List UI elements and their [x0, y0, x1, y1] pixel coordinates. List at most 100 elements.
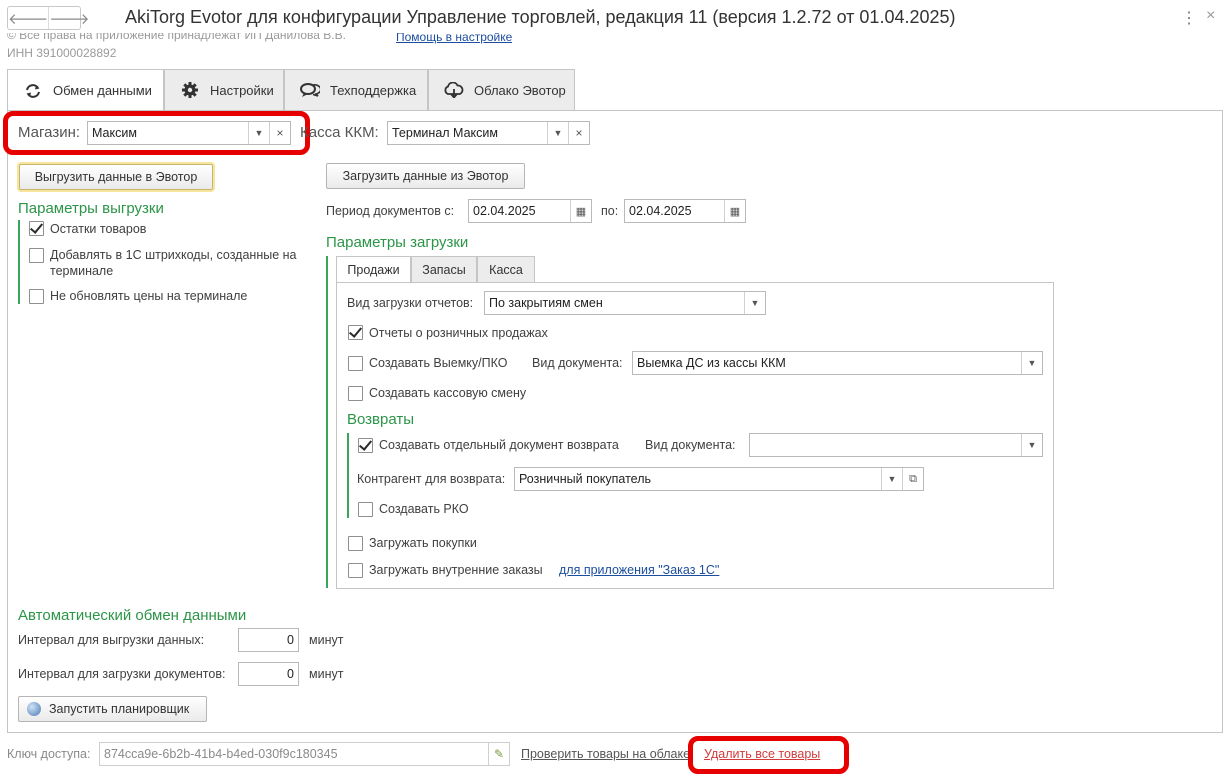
- help-link[interactable]: Помощь в настройке: [396, 33, 512, 44]
- create-withdrawal-label: Создавать Выемку/ПКО: [369, 356, 508, 370]
- delete-highlight-frame: [688, 736, 849, 774]
- dropdown-icon[interactable]: ▼: [1021, 434, 1042, 456]
- upload-interval-label: Интервал для выгрузки данных:: [18, 633, 205, 647]
- subtab-cash[interactable]: Касса: [477, 256, 535, 283]
- copyright-text: © Все права на приложение принадлежат ИП…: [7, 33, 346, 42]
- inn-text: ИНН 391000028892: [7, 46, 117, 60]
- download-interval-field[interactable]: 0: [238, 662, 299, 686]
- upload-interval-value: 0: [287, 633, 294, 647]
- auto-exchange-title: Автоматический обмен данными: [18, 607, 247, 624]
- barcodes-label-line2: терминале: [50, 264, 114, 278]
- tab-label: Облако Эвотор: [474, 82, 566, 98]
- retail-reports-label: Отчеты о розничных продажах: [369, 326, 548, 340]
- dropdown-icon[interactable]: ▼: [547, 122, 568, 144]
- kkm-label: Касса ККМ:: [300, 124, 379, 141]
- doc-type-select[interactable]: Выемка ДС из кассы ККМ ▼: [632, 351, 1043, 375]
- separate-return-doc-checkbox[interactable]: [358, 438, 373, 453]
- retail-reports-checkbox[interactable]: [348, 325, 363, 340]
- period-to-label: по:: [601, 204, 619, 218]
- stock-label: Остатки товаров: [50, 222, 147, 236]
- kkm-value: Терминал Максим: [392, 126, 498, 140]
- return-doc-type-label: Вид документа:: [645, 438, 736, 452]
- tab-label: Обмен данными: [53, 83, 152, 98]
- download-interval-value: 0: [287, 667, 294, 681]
- check-goods-link[interactable]: Проверить товары на облаке: [521, 747, 690, 761]
- dropdown-icon[interactable]: ▼: [744, 292, 765, 314]
- download-interval-label: Интервал для загрузки документов:: [18, 667, 226, 681]
- period-from-value: 02.04.2025: [473, 204, 536, 218]
- load-purchases-label: Загружать покупки: [369, 536, 477, 550]
- load-internal-orders-checkbox[interactable]: [348, 563, 363, 578]
- no-price-update-label: Не обновлять цены на терминале: [50, 289, 248, 303]
- counterparty-value: Розничный покупатель: [519, 472, 652, 486]
- back-arrow-icon[interactable]: 🡐: [8, 7, 48, 29]
- access-key-value: 874cca9e-6b2b-41b4-b4ed-030f9c180345: [104, 747, 338, 761]
- nav-buttons: 🡐 🡒: [7, 6, 89, 30]
- tab-data-exchange[interactable]: Обмен данными: [7, 69, 164, 112]
- upload-params-title: Параметры выгрузки: [18, 200, 164, 217]
- open-icon[interactable]: ⧉: [902, 468, 923, 490]
- download-params-bar: [326, 256, 328, 588]
- return-doc-type-select[interactable]: ▼: [749, 433, 1043, 457]
- start-scheduler-label: Запустить планировщик: [49, 702, 190, 716]
- create-rko-checkbox[interactable]: [358, 502, 373, 517]
- tab-label: Настройки: [210, 82, 274, 98]
- doc-type-value: Выемка ДС из кассы ККМ: [637, 356, 786, 370]
- stock-checkbox[interactable]: [29, 221, 44, 236]
- close-icon[interactable]: ×: [1206, 7, 1215, 25]
- access-key-field[interactable]: 874cca9e-6b2b-41b4-b4ed-030f9c180345 ✎: [99, 742, 510, 766]
- more-menu-icon[interactable]: ⋮: [1181, 8, 1197, 28]
- period-to-value: 02.04.2025: [629, 204, 692, 218]
- barcodes-checkbox[interactable]: [29, 248, 44, 263]
- download-from-evotor-button[interactable]: Загрузить данные из Эвотор: [326, 163, 525, 189]
- subtab-sales[interactable]: Продажи: [336, 256, 411, 284]
- tab-label: Техподдержка: [330, 82, 417, 98]
- forward-arrow-icon[interactable]: 🡒: [48, 7, 89, 29]
- tab-evotor-cloud[interactable]: Облако Эвотор: [428, 69, 575, 111]
- calendar-icon[interactable]: ▦: [570, 200, 591, 222]
- calendar-icon[interactable]: ▦: [724, 200, 745, 222]
- dropdown-icon[interactable]: ▼: [881, 468, 902, 490]
- upload-interval-field[interactable]: 0: [238, 628, 299, 652]
- barcodes-label: Добавлять в 1С штрихкоды, созданные на: [50, 248, 297, 262]
- returns-title: Возвраты: [347, 411, 415, 428]
- doc-type-label: Вид документа:: [532, 356, 623, 370]
- load-purchases-checkbox[interactable]: [348, 536, 363, 551]
- create-rko-label: Создавать РКО: [379, 502, 469, 516]
- sync-icon: [22, 82, 44, 100]
- orders-app-link[interactable]: для приложения "Заказ 1С": [559, 563, 719, 577]
- globe-icon: [27, 702, 41, 716]
- download-interval-unit: минут: [309, 667, 344, 681]
- window-title: AkiTorg Evotor для конфигурации Управлен…: [125, 7, 956, 27]
- cloud-icon: [443, 81, 465, 99]
- load-internal-orders-label: Загружать внутренние заказы: [369, 563, 543, 577]
- period-from-field[interactable]: 02.04.2025 ▦: [468, 199, 592, 223]
- create-shift-checkbox[interactable]: [348, 386, 363, 401]
- create-shift-label: Создавать кассовую смену: [369, 386, 527, 400]
- no-price-update-checkbox[interactable]: [29, 289, 44, 304]
- period-to-field[interactable]: 02.04.2025 ▦: [624, 199, 746, 223]
- tab-support[interactable]: Техподдержка: [284, 69, 428, 111]
- report-mode-value: По закрытиям смен: [489, 296, 603, 310]
- kkm-field[interactable]: Терминал Максим ▼ ×: [387, 121, 590, 145]
- download-params-title: Параметры загрузки: [326, 234, 469, 251]
- start-scheduler-button[interactable]: Запустить планировщик: [18, 696, 207, 722]
- clear-icon[interactable]: ×: [568, 122, 589, 144]
- period-label: Период документов с:: [326, 204, 455, 218]
- counterparty-field[interactable]: Розничный покупатель ▼ ⧉: [514, 467, 924, 491]
- subtab-stock[interactable]: Запасы: [411, 256, 477, 283]
- counterparty-label: Контрагент для возврата:: [357, 472, 506, 486]
- tab-settings[interactable]: Настройки: [164, 69, 284, 111]
- store-highlight-frame: [3, 111, 310, 155]
- create-withdrawal-checkbox[interactable]: [348, 356, 363, 371]
- pencil-icon[interactable]: ✎: [488, 743, 509, 765]
- returns-bar: [347, 433, 349, 518]
- separate-return-doc-label: Создавать отдельный документ возврата: [379, 438, 619, 452]
- access-key-label: Ключ доступа:: [7, 747, 91, 761]
- report-mode-select[interactable]: По закрытиям смен ▼: [484, 291, 766, 315]
- report-mode-label: Вид загрузки отчетов:: [347, 296, 474, 310]
- gear-icon: [179, 81, 201, 99]
- upload-params-bar: [18, 220, 20, 304]
- upload-to-evotor-button[interactable]: Выгрузить данные в Эвотор: [19, 164, 213, 190]
- dropdown-icon[interactable]: ▼: [1021, 352, 1042, 374]
